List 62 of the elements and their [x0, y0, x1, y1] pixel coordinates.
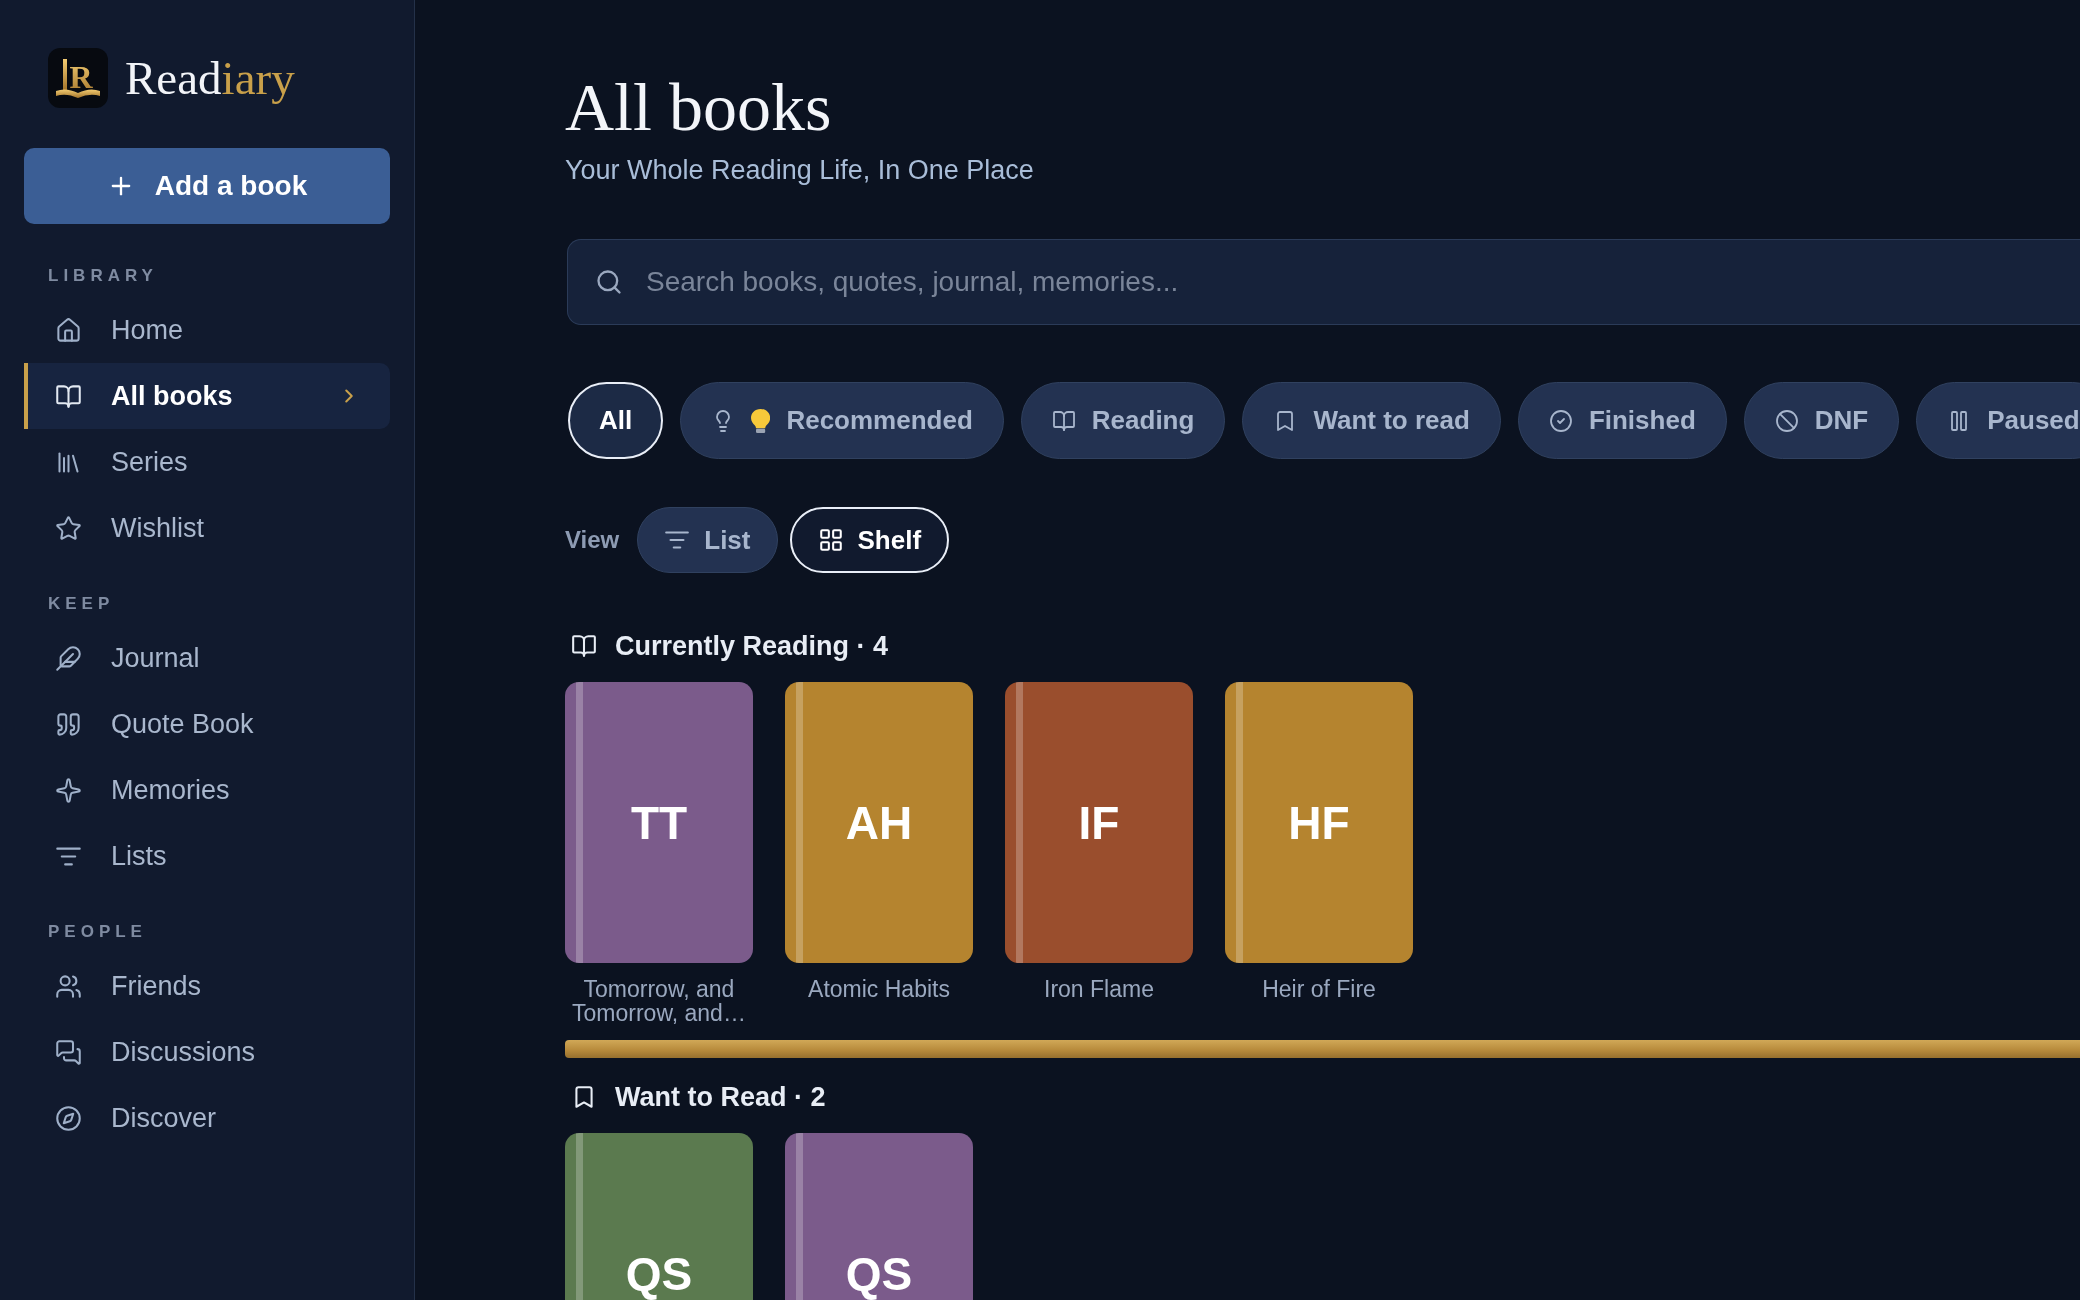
- people-icon: [55, 972, 82, 1000]
- quote-icon: [55, 710, 82, 738]
- book-cover[interactable]: QS: [785, 1133, 973, 1300]
- cover-initials: HF: [1288, 799, 1350, 846]
- cover-initials: AH: [845, 799, 913, 846]
- nav-item[interactable]: Home: [24, 297, 390, 363]
- book-cover[interactable]: AH: [785, 682, 973, 963]
- search-field[interactable]: Search books, quotes, journal, memories...: [567, 239, 2080, 325]
- view-toggle[interactable]: Shelf: [789, 507, 950, 573]
- bulb-emoji-icon: [751, 408, 771, 433]
- filter-chip[interactable]: All: [568, 382, 664, 459]
- page-subtitle: Your Whole Reading Life, In One Place: [565, 154, 1035, 187]
- filter-chip[interactable]: Paused: [1916, 382, 2080, 459]
- open-book-icon: [55, 382, 82, 410]
- view-toggle[interactable]: List: [637, 507, 778, 573]
- star-icon: [55, 514, 82, 542]
- book-title: Heir of Fire: [1261, 977, 1377, 1001]
- check-circle-icon: [1548, 408, 1573, 433]
- logo-icon: R: [48, 48, 108, 108]
- book-cover[interactable]: IF: [1005, 682, 1193, 963]
- view-label: View: [565, 526, 620, 554]
- nav-item[interactable]: Series: [24, 429, 390, 495]
- book-title: Iron Flame: [1043, 977, 1155, 1001]
- book-cover[interactable]: HF: [1225, 682, 1413, 963]
- grid-icon: [817, 527, 844, 553]
- filter-chip[interactable]: Recommended: [680, 382, 1004, 459]
- nav-item[interactable]: Quote Book: [24, 691, 390, 757]
- book-cover[interactable]: TT: [565, 682, 753, 963]
- compass-icon: [55, 1104, 82, 1132]
- cover-initials: TT: [630, 799, 688, 846]
- book-cover[interactable]: QS: [565, 1133, 753, 1300]
- shelf-heading: Want to Read · 2: [615, 1081, 826, 1113]
- nav-item[interactable]: Friends: [24, 953, 390, 1019]
- book-title: Atomic Habits: [807, 977, 951, 1001]
- feather-icon: [55, 644, 82, 672]
- section-label: LIBRARY: [47, 265, 159, 287]
- filter-chip[interactable]: Finished: [1517, 382, 1727, 459]
- nav-item[interactable]: Discussions: [24, 1019, 390, 1085]
- open-book-icon: [571, 633, 597, 659]
- cover-initials: IF: [1078, 799, 1120, 846]
- nav-item[interactable]: Discover: [24, 1085, 390, 1151]
- open-book-icon: [1051, 408, 1076, 433]
- book-title: Tomorrow, and Tomorrow, and…: [571, 977, 747, 1025]
- nav-item[interactable]: Journal: [24, 625, 390, 691]
- home-icon: [55, 316, 82, 344]
- filter-chip[interactable]: Want to read: [1242, 382, 1501, 459]
- filter-chip[interactable]: Reading: [1020, 382, 1226, 459]
- section-label: KEEP: [47, 593, 116, 615]
- section-label: PEOPLE: [47, 921, 148, 943]
- sparkle-icon: [55, 776, 82, 804]
- nav-item[interactable]: All books: [24, 363, 390, 429]
- brand-name: Readiary: [125, 54, 295, 102]
- no-entry-icon: [1774, 408, 1799, 433]
- shelf-heading: Currently Reading · 4: [615, 630, 889, 662]
- search-icon: [595, 268, 623, 296]
- nav-item[interactable]: Memories: [24, 757, 390, 823]
- chat-bubbles-icon: [55, 1038, 82, 1066]
- page-title: All books: [565, 69, 833, 145]
- nav-item[interactable]: Lists: [24, 823, 390, 889]
- filter-chip[interactable]: DNF: [1743, 382, 1900, 459]
- nav-item[interactable]: Wishlist: [24, 495, 390, 561]
- add-book-button[interactable]: Add a book: [24, 148, 390, 224]
